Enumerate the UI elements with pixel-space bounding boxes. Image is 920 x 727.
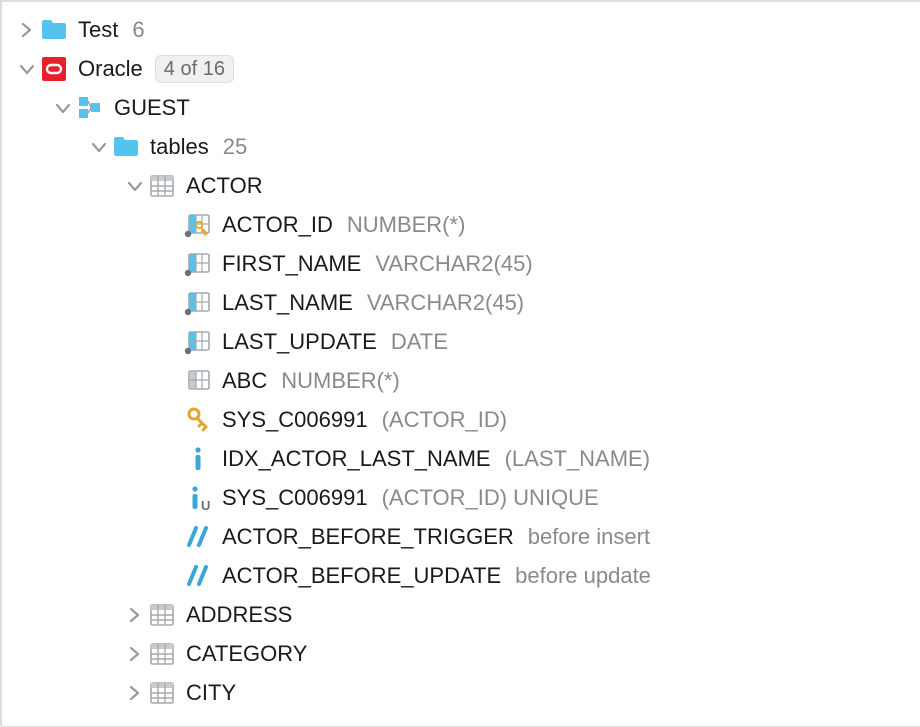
key-icon xyxy=(184,406,212,434)
tree-item-column-first-name[interactable]: FIRST_NAME VARCHAR2(45) xyxy=(2,244,920,283)
tree-item-trigger-before-insert[interactable]: ACTOR_BEFORE_TRIGGER before insert xyxy=(2,517,920,556)
tree-item-column-abc[interactable]: ABC NUMBER(*) xyxy=(2,361,920,400)
tree-item-trigger-before-update[interactable]: ACTOR_BEFORE_UPDATE before update xyxy=(2,556,920,595)
tree-item-key-sysc006991[interactable]: SYS_C006991 (ACTOR_ID) xyxy=(2,400,920,439)
tree-item-column-actor-id[interactable]: ACTOR_ID NUMBER(*) xyxy=(2,205,920,244)
chevron-right-icon[interactable] xyxy=(124,604,146,626)
tree-item-label: ACTOR_BEFORE_UPDATE xyxy=(222,563,501,589)
tree-item-label: CITY xyxy=(186,680,236,706)
tree-item-count: 6 xyxy=(132,17,144,43)
trigger-icon xyxy=(184,562,212,590)
tree-item-label: ACTOR_ID xyxy=(222,212,333,238)
chevron-right-icon[interactable] xyxy=(16,19,38,41)
column-type: NUMBER(*) xyxy=(347,212,466,238)
tree-item-label: ABC xyxy=(222,368,267,394)
schema-icon xyxy=(76,94,104,122)
tree-item-label: SYS_C006991 xyxy=(222,407,368,433)
index-detail: (LAST_NAME) xyxy=(505,446,650,472)
tree-item-label: ACTOR_BEFORE_TRIGGER xyxy=(222,524,514,550)
tree-item-column-last-name[interactable]: LAST_NAME VARCHAR2(45) xyxy=(2,283,920,322)
unique-index-icon: U xyxy=(184,484,212,512)
table-icon xyxy=(148,640,176,668)
tree-item-table-category[interactable]: CATEGORY xyxy=(2,634,920,673)
database-tree: Test 6 Oracle 4 of 16 GUEST tables 25 AC… xyxy=(2,2,920,712)
chevron-down-icon[interactable] xyxy=(124,175,146,197)
trigger-detail: before insert xyxy=(528,524,650,550)
trigger-icon xyxy=(184,523,212,551)
tree-item-label: IDX_ACTOR_LAST_NAME xyxy=(222,446,491,472)
tree-item-label: Test xyxy=(78,17,118,43)
tree-item-badge: 4 of 16 xyxy=(155,55,234,83)
folder-icon xyxy=(112,133,140,161)
tree-item-table-city[interactable]: CITY xyxy=(2,673,920,712)
tree-item-table-address[interactable]: ADDRESS xyxy=(2,595,920,634)
tree-item-count: 25 xyxy=(223,134,247,160)
tree-item-table-actor[interactable]: ACTOR xyxy=(2,166,920,205)
chevron-down-icon[interactable] xyxy=(88,136,110,158)
tree-item-label: GUEST xyxy=(114,95,190,121)
folder-icon xyxy=(40,16,68,44)
key-detail: (ACTOR_ID) xyxy=(382,407,508,433)
chevron-right-icon[interactable] xyxy=(124,682,146,704)
trigger-detail: before update xyxy=(515,563,651,589)
table-icon xyxy=(148,172,176,200)
notnull-column-icon xyxy=(184,289,212,317)
notnull-column-icon xyxy=(184,328,212,356)
tree-item-label: LAST_UPDATE xyxy=(222,329,377,355)
column-type: DATE xyxy=(391,329,448,355)
index-icon xyxy=(184,445,212,473)
chevron-down-icon[interactable] xyxy=(52,97,74,119)
tree-item-label: ADDRESS xyxy=(186,602,292,628)
index-detail: (ACTOR_ID) UNIQUE xyxy=(382,485,599,511)
tree-item-schema-guest[interactable]: GUEST xyxy=(2,88,920,127)
tree-item-index-idx-actor-last-name[interactable]: IDX_ACTOR_LAST_NAME (LAST_NAME) xyxy=(2,439,920,478)
tree-item-oracle[interactable]: Oracle 4 of 16 xyxy=(2,49,920,88)
column-icon xyxy=(184,367,212,395)
tree-item-label: FIRST_NAME xyxy=(222,251,361,277)
primary-key-column-icon xyxy=(184,211,212,239)
tree-item-test[interactable]: Test 6 xyxy=(2,10,920,49)
column-type: VARCHAR2(45) xyxy=(367,290,524,316)
chevron-right-icon[interactable] xyxy=(124,643,146,665)
column-type: VARCHAR2(45) xyxy=(375,251,532,277)
table-icon xyxy=(148,679,176,707)
notnull-column-icon xyxy=(184,250,212,278)
tree-item-index-sysc006991-unique[interactable]: U SYS_C006991 (ACTOR_ID) UNIQUE xyxy=(2,478,920,517)
column-type: NUMBER(*) xyxy=(281,368,400,394)
tree-item-label: SYS_C006991 xyxy=(222,485,368,511)
tree-item-tables[interactable]: tables 25 xyxy=(2,127,920,166)
tree-item-column-last-update[interactable]: LAST_UPDATE DATE xyxy=(2,322,920,361)
table-icon xyxy=(148,601,176,629)
oracle-icon xyxy=(40,55,68,83)
tree-item-label: CATEGORY xyxy=(186,641,307,667)
tree-item-label: ACTOR xyxy=(186,173,263,199)
tree-item-label: Oracle xyxy=(78,56,143,82)
tree-item-label: tables xyxy=(150,134,209,160)
tree-item-label: LAST_NAME xyxy=(222,290,353,316)
chevron-down-icon[interactable] xyxy=(16,58,38,80)
svg-text:U: U xyxy=(201,498,210,512)
